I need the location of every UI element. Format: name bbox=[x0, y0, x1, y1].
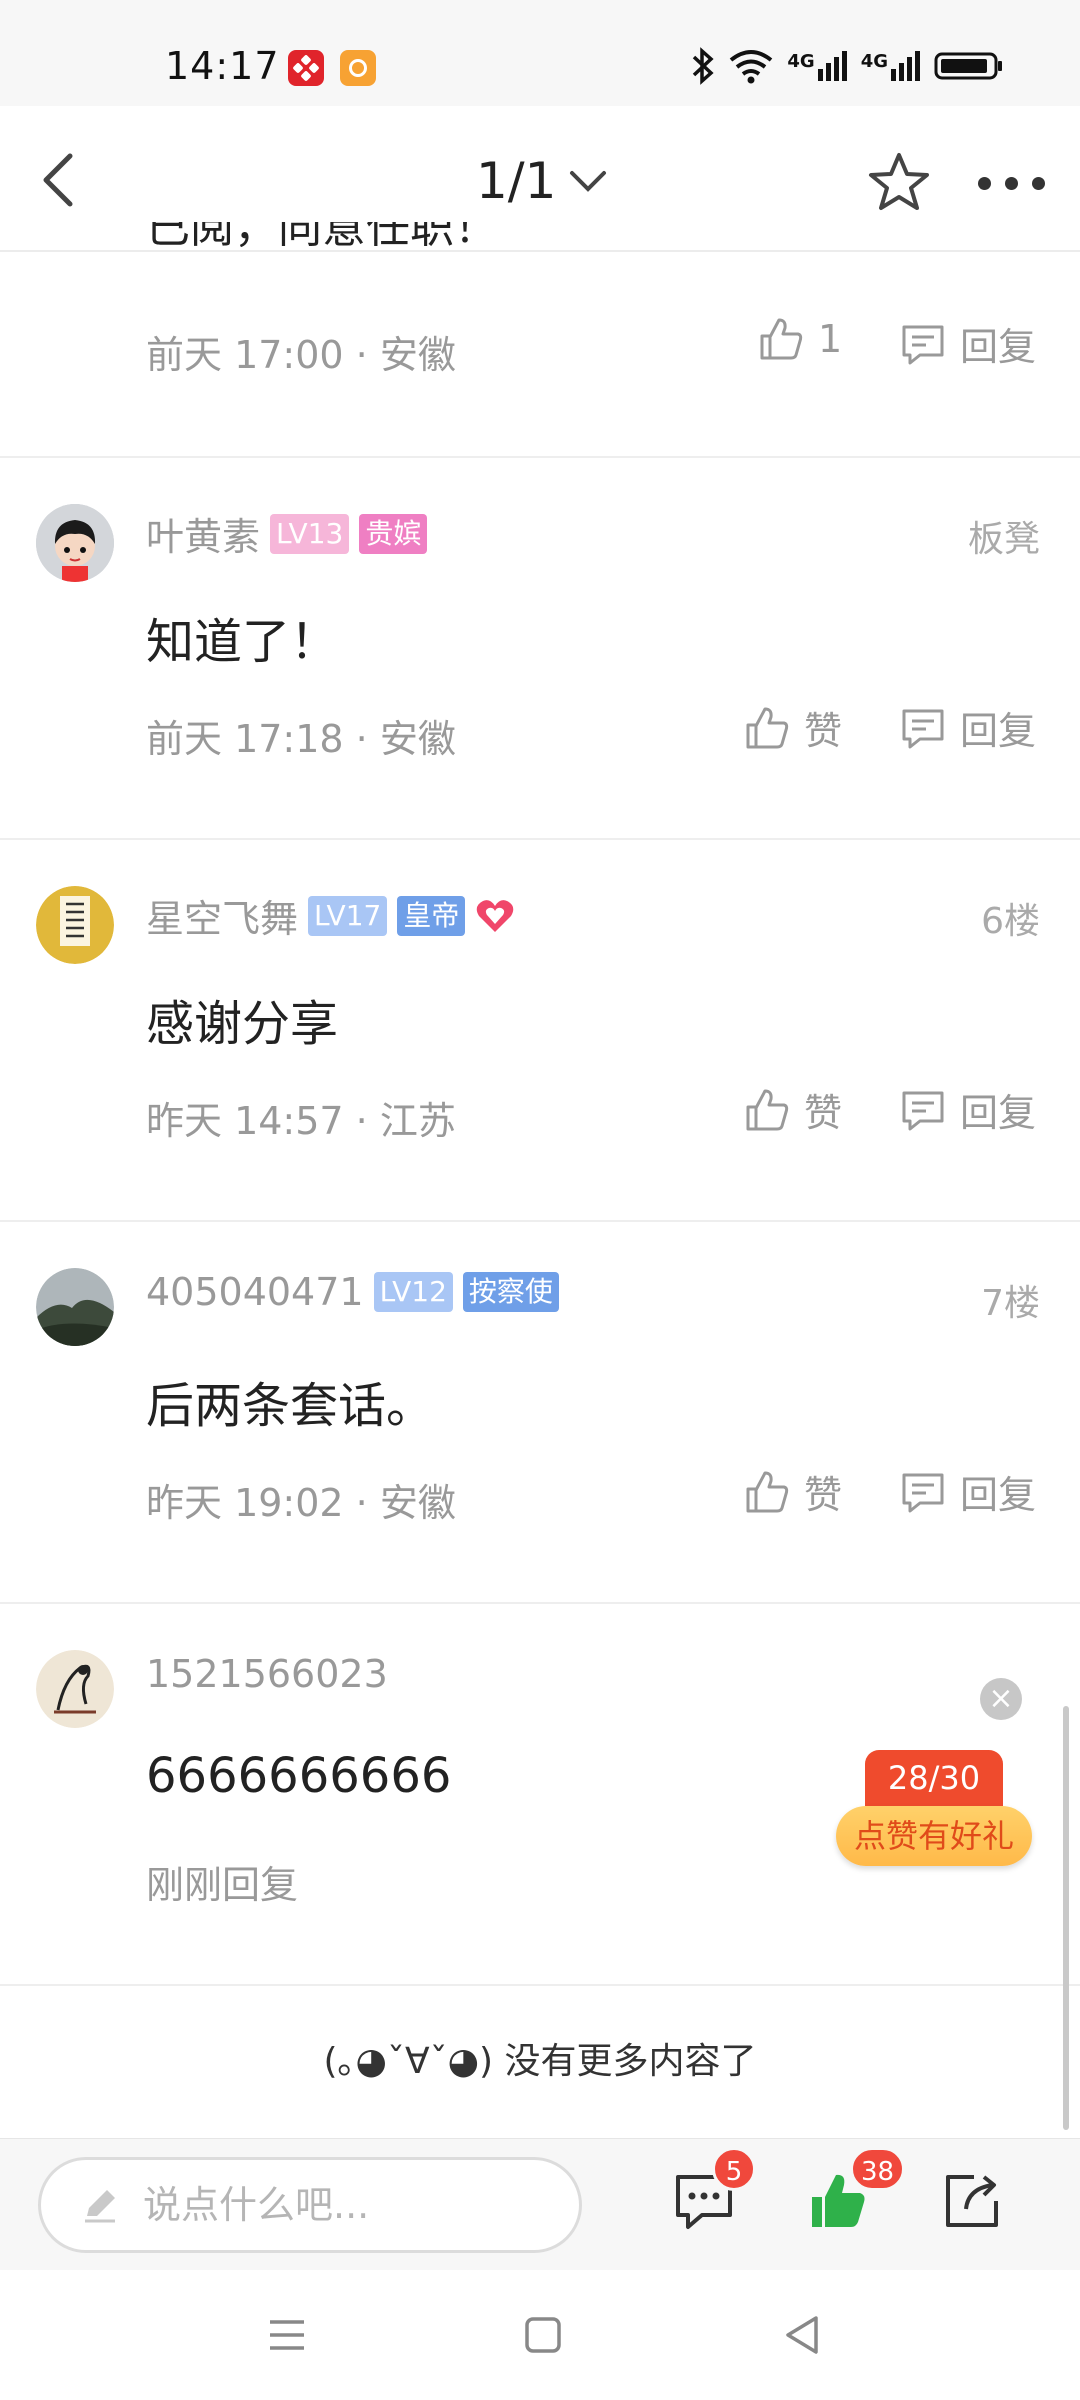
username[interactable]: 星空飞舞 bbox=[146, 888, 298, 943]
username[interactable]: 1521566023 bbox=[146, 1652, 388, 1696]
reply-label: 回复 bbox=[960, 1473, 1037, 1517]
avatar[interactable] bbox=[36, 504, 114, 582]
reply-button[interactable]: 回复 bbox=[900, 1464, 1036, 1519]
like-label: 赞 bbox=[804, 1473, 843, 1517]
video-app-notification-icon bbox=[340, 50, 376, 86]
thumbs-up-icon bbox=[746, 1089, 789, 1130]
pencil-icon bbox=[85, 2190, 115, 2223]
title-badge: 按察使 bbox=[462, 1272, 559, 1312]
thumbs-up-icon bbox=[760, 318, 803, 360]
floor-label: 6楼 bbox=[981, 901, 1040, 942]
wifi-icon bbox=[730, 50, 773, 84]
comment-item: 叶黄素 LV13 贵嫔 板凳 知道了！ 前天 17:18 · 安徽 赞 回复 bbox=[0, 458, 1080, 840]
username[interactable]: 405040471 bbox=[146, 1270, 364, 1314]
status-indicators: 4G 4G bbox=[691, 46, 1004, 86]
like-button[interactable]: 赞 bbox=[744, 700, 842, 755]
status-time: 14:17 bbox=[165, 44, 280, 88]
signal-icon-1: 4G bbox=[787, 51, 847, 81]
reply-bubble-icon bbox=[902, 1473, 944, 1512]
like-count-badge: 38 bbox=[850, 2147, 906, 2191]
comments-button[interactable]: 5 bbox=[672, 2147, 756, 2239]
like-label: 赞 bbox=[804, 1091, 843, 1135]
app-notification-icon bbox=[288, 50, 324, 86]
comment-text: 知道了！ bbox=[146, 614, 339, 670]
avatar[interactable] bbox=[36, 1650, 114, 1728]
network-type-label: 4G bbox=[860, 51, 888, 72]
chevron-down-icon bbox=[570, 171, 607, 192]
page-indicator: 1/1 bbox=[476, 152, 557, 210]
reply-label: 回复 bbox=[960, 1091, 1037, 1135]
comment-meta: 昨天 19:02 · 安徽 bbox=[146, 1481, 456, 1525]
reply-bubble-icon bbox=[902, 1091, 944, 1130]
reply-button[interactable]: 回复 bbox=[900, 700, 1036, 755]
thumbs-up-icon bbox=[746, 1471, 789, 1512]
comment-meta: 前天 17:00 · 安徽 bbox=[146, 333, 456, 377]
reply-label: 回复 bbox=[960, 325, 1037, 369]
level-badge: LV13 bbox=[270, 513, 350, 554]
heart-badge-icon bbox=[477, 899, 514, 932]
floor-label: 板凳 bbox=[967, 519, 1040, 560]
comment-meta: 刚刚回复 bbox=[146, 1863, 299, 1907]
comment-input[interactable] bbox=[143, 2183, 543, 2227]
username[interactable]: 叶黄素 bbox=[146, 506, 260, 561]
comment-meta: 昨天 14:57 · 江苏 bbox=[146, 1099, 456, 1143]
reply-bubble-icon bbox=[902, 325, 944, 364]
favorite-star-icon[interactable] bbox=[866, 150, 932, 216]
reply-button[interactable]: 回复 bbox=[900, 1082, 1036, 1137]
more-options-icon[interactable] bbox=[978, 168, 1048, 198]
promo-label: 点赞有好礼 bbox=[836, 1806, 1032, 1866]
username-row: 星空飞舞 LV17 皇帝 bbox=[146, 888, 515, 943]
like-label: 1 bbox=[818, 317, 843, 361]
avatar[interactable] bbox=[36, 1268, 114, 1346]
like-button[interactable]: 赞 bbox=[744, 1464, 842, 1519]
divider bbox=[0, 1984, 1080, 1986]
username-row: 叶黄素 LV13 贵嫔 bbox=[146, 506, 428, 561]
floor-label: 7楼 bbox=[981, 1283, 1040, 1324]
comment-text: 6666666666 bbox=[146, 1748, 452, 1804]
comment-text-cutoff: 已阅，同意任职！ bbox=[146, 222, 498, 250]
thumbs-up-icon bbox=[746, 707, 789, 748]
page-selector[interactable]: 1/1 bbox=[476, 146, 608, 216]
avatar[interactable] bbox=[36, 886, 114, 964]
reply-label: 回复 bbox=[960, 709, 1037, 753]
like-post-button[interactable]: 38 bbox=[806, 2147, 906, 2239]
comment-item: 前天 17:00 · 安徽 1 回复 bbox=[0, 252, 1080, 458]
share-button[interactable] bbox=[940, 2169, 1010, 2239]
reply-button[interactable]: 回复 bbox=[900, 316, 1036, 371]
signal-icon-2: 4G bbox=[861, 51, 920, 81]
back-arrow-icon[interactable] bbox=[32, 150, 92, 210]
share-icon bbox=[946, 2175, 998, 2227]
comment-text: 后两条套话。 bbox=[146, 1378, 435, 1434]
no-more-content-text: (｡◕ˇ∀ˇ◕) 没有更多内容了 bbox=[323, 2041, 757, 2082]
status-bar: 14:17 4G 4G bbox=[0, 0, 1080, 106]
bluetooth-icon bbox=[693, 47, 714, 85]
network-type-label: 4G bbox=[787, 51, 815, 72]
reply-bubble-icon bbox=[902, 709, 944, 748]
like-reward-promo[interactable]: 28/30 点赞有好礼 bbox=[836, 1750, 1032, 1866]
username-row: 1521566023 bbox=[146, 1652, 388, 1696]
promo-count: 28/30 bbox=[865, 1750, 1003, 1806]
comment-count-badge: 5 bbox=[712, 2147, 756, 2191]
battery-icon bbox=[934, 52, 1002, 80]
comment-input-box[interactable] bbox=[38, 2157, 582, 2253]
comment-text: 感谢分享 bbox=[146, 996, 339, 1052]
title-badge: 贵嫔 bbox=[359, 513, 428, 554]
comment-item: 405040471 LV12 按察使 7楼 后两条套话。 昨天 19:02 · … bbox=[0, 1222, 1080, 1604]
system-navigation-bar bbox=[0, 2270, 1080, 2400]
promo-close-icon[interactable]: × bbox=[980, 1678, 1022, 1720]
like-label: 赞 bbox=[804, 709, 843, 753]
comment-item: 星空飞舞 LV17 皇帝 6楼 感谢分享 昨天 14:57 · 江苏 赞 回复 bbox=[0, 840, 1080, 1222]
bottom-action-bar: 5 38 bbox=[0, 2138, 1080, 2270]
comment-meta: 前天 17:18 · 安徽 bbox=[146, 717, 456, 761]
like-button[interactable]: 1 bbox=[758, 316, 842, 362]
like-button[interactable]: 赞 bbox=[744, 1082, 842, 1137]
level-badge: LV12 bbox=[373, 1272, 453, 1312]
menu-icon[interactable] bbox=[262, 2310, 312, 2360]
home-square-icon[interactable] bbox=[518, 2310, 568, 2360]
username-row: 405040471 LV12 按察使 bbox=[146, 1270, 559, 1314]
title-badge: 皇帝 bbox=[397, 895, 466, 936]
level-badge: LV17 bbox=[308, 895, 388, 936]
back-triangle-icon[interactable] bbox=[778, 2310, 828, 2360]
